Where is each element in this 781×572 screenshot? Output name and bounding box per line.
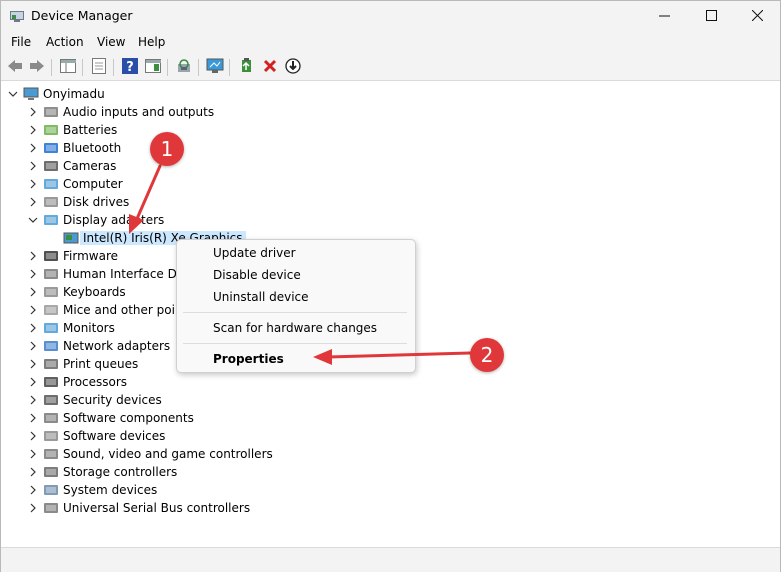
annotation-badge-2: 2 [470, 338, 504, 372]
annotation-arrow-1 [129, 164, 162, 234]
annotation-badge-1: 1 [150, 132, 184, 166]
annotation-arrows [129, 164, 472, 365]
annotation-arrow-2 [313, 349, 472, 365]
